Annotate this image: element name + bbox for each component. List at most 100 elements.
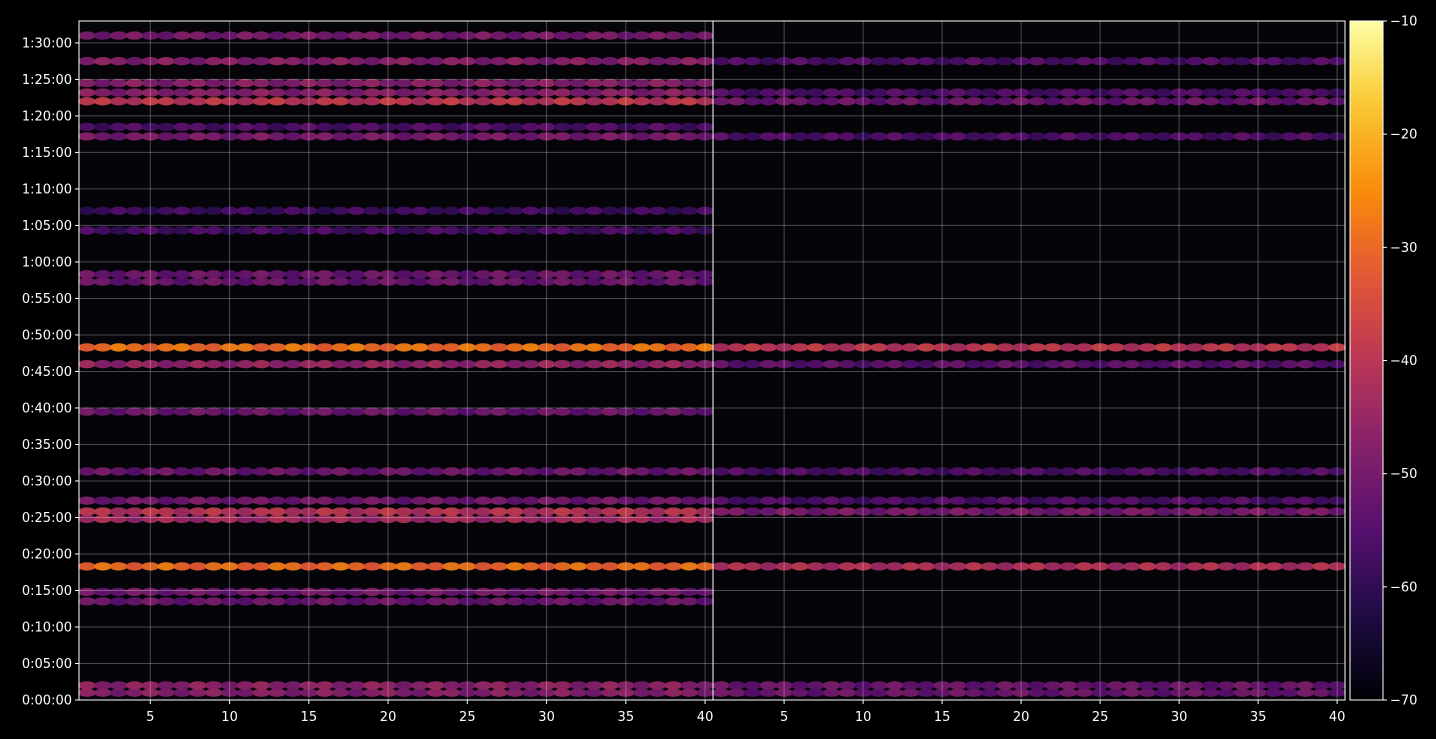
heatmap-cell [743,360,762,369]
heatmap-cell [1107,496,1125,505]
heatmap-cell [965,57,983,66]
heatmap-cell [442,562,461,571]
heatmap-cell [553,496,572,505]
y-tick-label: 0:20:00 [22,547,72,562]
heatmap-cell [363,31,381,40]
heatmap-cell [316,681,334,690]
heatmap-cell [268,507,286,516]
heatmap-cell [664,688,683,697]
heatmap-cell [157,496,175,505]
heatmap-cell [125,122,144,132]
heatmap-cell [901,360,920,369]
heatmap-cell [680,122,698,132]
heatmap-cell [1217,343,1236,352]
heatmap-cell [996,688,1014,697]
heatmap-cell [664,360,683,369]
heatmap-cell [205,122,223,132]
heatmap-cell [1312,496,1331,505]
heatmap-cell [189,132,207,141]
heatmap-cell [664,681,683,690]
heatmap-cell [965,360,983,369]
heatmap-cell [633,78,651,88]
panel-background [713,21,1345,700]
heatmap-cell [1123,343,1141,352]
heatmap-cell [522,206,540,215]
heatmap-cell [411,514,429,524]
colorbar-gradient [1349,20,1384,701]
heatmap-cell [157,597,175,606]
heatmap-cell [1312,360,1331,369]
heatmap-cell [633,343,651,352]
heatmap-cell [411,562,429,571]
heatmap-cell [363,514,381,524]
x-tick-label: 10 [221,710,238,725]
heatmap-cell [252,343,270,352]
heatmap-cell [870,688,888,697]
heatmap-cell [1217,88,1236,97]
heatmap-cell [506,57,524,66]
heatmap-cell [633,514,651,524]
heatmap-cell [442,132,461,141]
heatmap-cell [205,226,223,235]
heatmap-cell [743,688,762,697]
heatmap-cell [522,88,540,97]
heatmap-cell [474,587,492,597]
heatmap-cell [901,681,920,690]
heatmap-cell [1138,562,1157,571]
heatmap-cell [680,688,698,697]
heatmap-cell [743,57,762,66]
heatmap-cell [173,31,191,40]
heatmap-cell [1312,562,1331,571]
heatmap-cell [94,270,112,279]
heatmap-cell [1186,688,1204,697]
heatmap-cell [94,597,112,606]
heatmap-cell [331,562,350,571]
heatmap-cell [870,467,888,476]
heatmap-cell [743,562,762,571]
heatmap-cell [395,407,413,416]
heatmap-cell [157,270,175,279]
heatmap-cell [474,270,492,279]
heatmap-cell [901,97,920,106]
heatmap-cell [1296,688,1315,697]
heatmap-cell [331,467,350,476]
heatmap-cell [569,270,587,279]
heatmap-cell [1123,360,1141,369]
heatmap-cell [109,360,128,369]
heatmap-cell [1265,360,1283,369]
heatmap-cell [474,31,492,40]
heatmap-cell [917,507,935,516]
heatmap-cell [1186,97,1204,106]
heatmap-cell [996,57,1014,66]
heatmap-cell [585,122,603,132]
heatmap-cell [157,681,175,690]
heatmap-cell [506,360,524,369]
heatmap-cell [1312,343,1331,352]
heatmap-cell [585,270,603,279]
x-tick-label: 5 [146,710,154,725]
heatmap-cell [252,206,270,215]
heatmap-cell [1202,97,1220,106]
y-tick-label: 0:55:00 [22,292,72,307]
heatmap-cell [838,88,856,97]
heatmap-cell [284,688,302,697]
heatmap-cell [284,496,302,505]
heatmap-cell [1217,496,1236,505]
heatmap-cell [363,277,381,286]
heatmap-cell [1296,343,1315,352]
heatmap-cell [1186,496,1204,505]
heatmap-cell [109,343,128,352]
heatmap-cell [109,507,128,516]
heatmap-cell [284,587,302,597]
heatmap-cell [569,97,587,106]
heatmap-cell [268,206,286,215]
heatmap-cell [363,407,381,416]
heatmap-cell [1028,681,1046,690]
heatmap-cell [205,57,223,66]
heatmap-cell [474,226,492,235]
heatmap-cell [1028,343,1046,352]
heatmap-cell [1075,562,1094,571]
y-tick-label: 1:05:00 [22,219,72,234]
heatmap-cell [664,88,683,97]
heatmap-cell [1028,507,1046,516]
